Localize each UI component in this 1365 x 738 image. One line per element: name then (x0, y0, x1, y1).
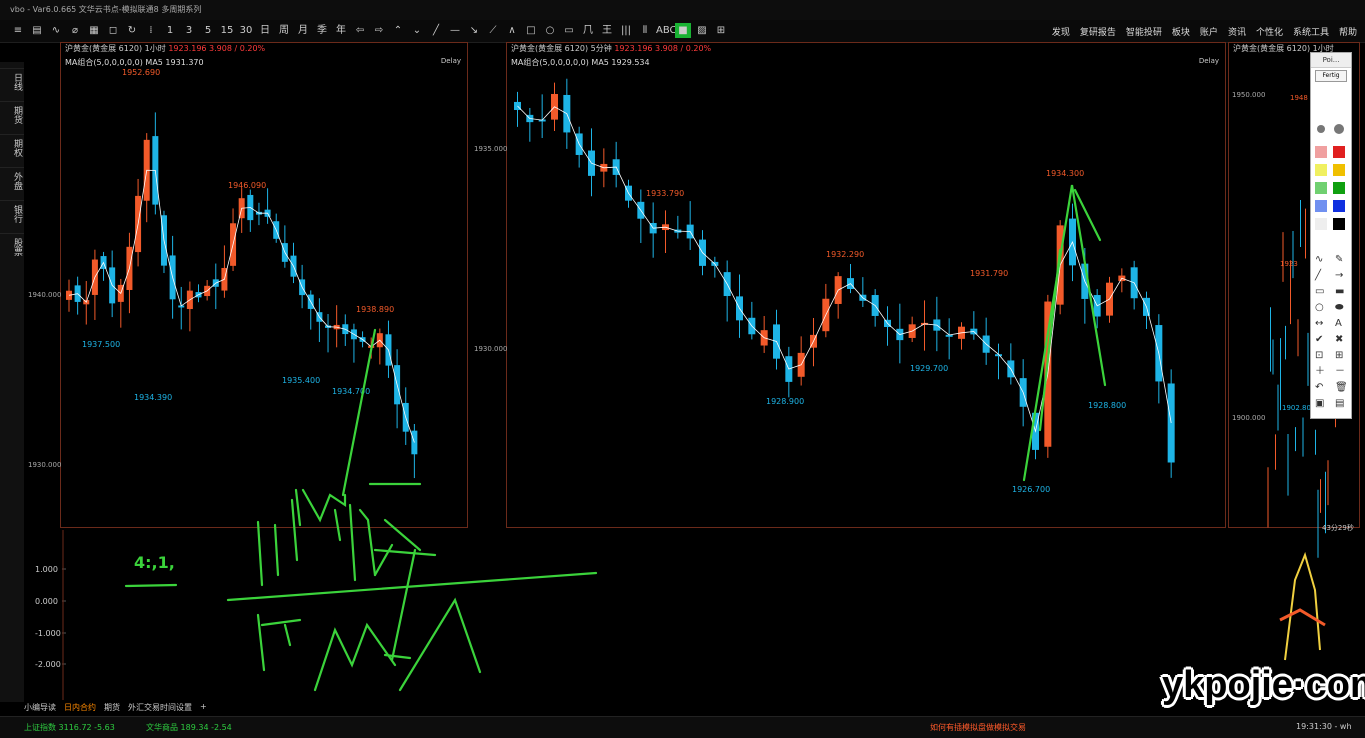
handwriting-stroke (256, 520, 264, 587)
chart-canvas: 1940.000 1930.000 1935.000 1930.000 1950.000… (28, 68, 1354, 700)
draw-tool-icon[interactable]: ✎ (1335, 254, 1343, 265)
y-tick-label: 1935.000 (474, 145, 507, 153)
indicator-curve (1284, 551, 1321, 661)
color-swatch[interactable] (1333, 146, 1345, 158)
bottom-tab-4[interactable]: + (200, 702, 207, 716)
status-message[interactable]: 如何有插模拟盘做模拟交易 (930, 722, 1026, 733)
draw-tool-icon[interactable]: ✖ (1335, 334, 1343, 345)
price-annotation: 1946.090 (228, 181, 266, 190)
draw-tool-icon[interactable]: － (1335, 366, 1345, 377)
palette-title: Poi... (1311, 53, 1351, 68)
bottom-tab-0[interactable]: 小编导读 (24, 702, 56, 716)
price-annotation: 1923 (1280, 260, 1298, 268)
price-annotation: 1928.900 (766, 397, 804, 406)
price-annotation: 1902.80 (1282, 404, 1311, 412)
color-swatch[interactable] (1315, 146, 1327, 158)
color-swatch[interactable] (1333, 218, 1345, 230)
handwriting-stroke (290, 498, 299, 562)
indicator-tick-label: -1.000 (35, 629, 61, 638)
y-tick-label: 1930.000 (474, 345, 507, 353)
price-annotation: 1926.700 (1012, 485, 1050, 494)
draw-tool-icon[interactable]: ∿ (1315, 254, 1323, 265)
draw-tool-icon[interactable]: → (1335, 270, 1343, 281)
handwriting-stroke (294, 488, 302, 527)
draw-tool-icon[interactable]: ╱ (1314, 268, 1322, 281)
indicator-tick-label: 0.000 (35, 597, 58, 606)
color-swatch[interactable] (1315, 218, 1327, 230)
y-tick-label: 1900.000 (1232, 414, 1265, 422)
price-annotation: 1934.300 (1046, 169, 1084, 178)
y-tick-label: 1950.000 (1232, 91, 1265, 99)
draw-tool-icon[interactable]: ↶ (1315, 382, 1323, 393)
index-wenhua: 文华商品 189.34 -2.54 (146, 723, 232, 732)
price-annotation: 1938.890 (356, 305, 394, 314)
draw-tool-icon[interactable]: ▣ (1315, 398, 1324, 409)
price-annotation: 43分29秒 (1322, 523, 1354, 532)
price-annotation: 1931.790 (970, 269, 1008, 278)
handwriting-stroke (273, 523, 280, 577)
handwriting-stroke (383, 518, 422, 552)
pen-size-icon[interactable] (1334, 124, 1344, 134)
handwriting-stroke (358, 508, 377, 577)
index-shanghai: 上证指数 3116.72 -5.63 (24, 723, 115, 732)
watermark-text: ykpojie·com (1162, 664, 1365, 706)
draw-tool-icon[interactable]: 🗑 (1335, 381, 1348, 393)
pen-size-icon[interactable] (1317, 125, 1325, 133)
handwriting-stroke (313, 622, 397, 692)
handwriting-stroke (398, 597, 482, 692)
color-swatch[interactable] (1315, 182, 1327, 194)
handwriting-stroke (341, 328, 377, 497)
draw-tool-icon[interactable]: ○ (1315, 302, 1324, 313)
price-annotation: 1937.500 (82, 340, 120, 349)
y-tick-label: 1930.000 (28, 461, 61, 469)
handwriting-stroke (333, 508, 342, 542)
handwriting-stroke (283, 623, 292, 647)
price-annotation: 1928.800 (1088, 401, 1126, 410)
handwriting-stroke (124, 583, 178, 588)
bottom-tab-2[interactable]: 期货 (104, 702, 120, 716)
indicator-tick-label: 1.000 (35, 565, 58, 574)
handwriting-stroke (348, 503, 357, 582)
watermark: ykpojie·com (1162, 664, 1365, 730)
price-annotation: 1932.290 (826, 250, 864, 259)
draw-tool-icon[interactable]: ⊞ (1335, 350, 1343, 361)
bottom-tabs: 小编导读 日内合约 期货 外汇交易时间设置 + (24, 702, 207, 716)
draw-tool-icon[interactable]: ▤ (1335, 398, 1344, 409)
price-annotation: 1952.690 (122, 68, 160, 77)
color-swatch[interactable] (1315, 200, 1327, 212)
draw-tool-icon[interactable]: ⊡ (1315, 350, 1323, 361)
draw-tool-icon[interactable]: ▭ (1315, 286, 1324, 297)
handwriting-stroke (256, 613, 266, 672)
handwriting-stroke (373, 548, 437, 557)
done-button[interactable]: Fertig (1315, 70, 1347, 82)
drawing-tool-palette[interactable]: Poi... Fertig ∿ ✎ ╱ → ▭ ▬ ○ ⬬ ↔ A ✔ ✖ ⊡ ⊞ ＋ － ↶ 🗑 ▣ ▤ (1310, 52, 1352, 419)
draw-tool-icon[interactable]: ▬ (1335, 286, 1344, 297)
palette-tools[interactable]: ∿ ✎ ╱ → ▭ ▬ ○ ⬬ ↔ A ✔ ✖ ⊡ ⊞ ＋ － ↶ 🗑 ▣ ▤ (1311, 84, 1351, 414)
handwriting-stroke (301, 488, 347, 523)
color-swatch[interactable] (1333, 182, 1345, 194)
draw-tool-icon[interactable]: ✔ (1315, 334, 1323, 345)
indicator-tick-label: -2.000 (35, 660, 61, 669)
handwriting-stroke (226, 571, 598, 602)
draw-tool-icon[interactable]: ↔ (1315, 318, 1323, 329)
handwriting-stroke (260, 618, 302, 627)
bottom-tab-1[interactable]: 日内合约 (64, 702, 96, 716)
draw-tool-icon[interactable]: A (1335, 318, 1342, 329)
draw-tool-icon[interactable]: ＋ (1315, 366, 1325, 377)
y-tick-label: 1940.000 (28, 291, 61, 299)
color-swatch[interactable] (1333, 200, 1345, 212)
price-annotation: 1948 (1290, 94, 1308, 102)
candle-5m-ma-line (517, 105, 1172, 433)
price-annotation: 1935.400 (282, 376, 320, 385)
price-annotation: 1929.700 (910, 364, 948, 373)
draw-tool-icon[interactable]: ⬬ (1335, 302, 1344, 313)
color-swatch[interactable] (1315, 164, 1327, 176)
handwriting-stroke (390, 548, 417, 662)
bottom-tab-3[interactable]: 外汇交易时间设置 (128, 702, 192, 716)
price-annotation: 1934.390 (134, 393, 172, 402)
color-swatch[interactable] (1333, 164, 1345, 176)
price-annotation: 1933.790 (646, 189, 684, 198)
status-bar: 上证指数 3116.72 -5.63 文华商品 189.34 -2.54 如何有… (0, 716, 1365, 738)
handwriting-text: 4:,1, (134, 553, 175, 572)
